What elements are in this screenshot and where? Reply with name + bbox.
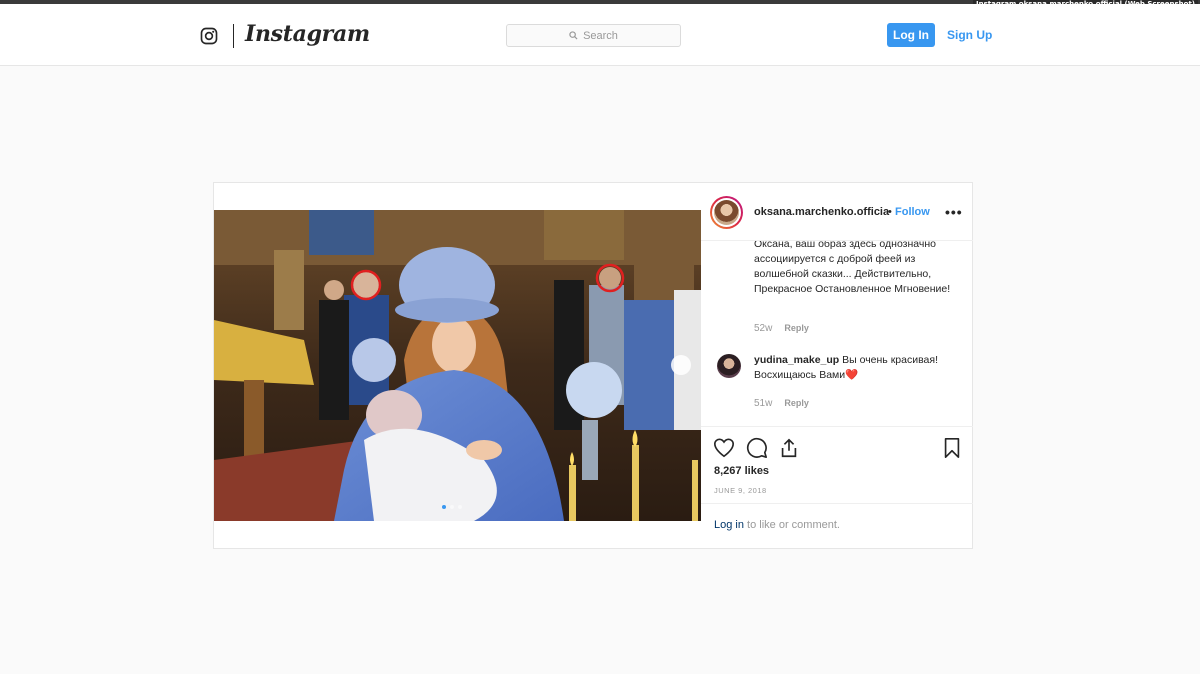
login-prompt: Log in to like or comment. bbox=[701, 503, 973, 548]
login-button[interactable]: Log In bbox=[887, 23, 935, 47]
more-options-icon[interactable]: ••• bbox=[945, 204, 963, 220]
share-icon[interactable] bbox=[778, 437, 800, 459]
search-placeholder: Search bbox=[583, 29, 618, 42]
separator-bullet: • bbox=[888, 206, 892, 218]
post-photo bbox=[214, 210, 701, 521]
heart-icon[interactable] bbox=[713, 437, 735, 459]
post-header: oksana.marchenko.officia • Follow ••• bbox=[701, 183, 973, 241]
login-link[interactable]: Log in bbox=[714, 519, 744, 531]
bookmark-icon[interactable] bbox=[941, 437, 963, 459]
carousel-dot bbox=[442, 505, 446, 509]
post-date: JUNE 9, 2018 bbox=[714, 486, 767, 495]
post-image[interactable] bbox=[214, 210, 701, 521]
post-actions: 8,267 likes JUNE 9, 2018 bbox=[701, 426, 973, 506]
signup-link[interactable]: Sign Up bbox=[947, 23, 992, 47]
search-icon bbox=[569, 31, 578, 40]
likes-count[interactable]: 8,267 likes bbox=[714, 465, 769, 477]
follow-button[interactable]: Follow bbox=[895, 206, 930, 218]
carousel-dot bbox=[458, 505, 462, 509]
navbar: Instagram Search Log In Sign Up bbox=[0, 4, 1200, 66]
carousel-next-button[interactable] bbox=[671, 355, 691, 375]
comment-text: yudina_make_up Вы очень красивая! Восхищ… bbox=[754, 353, 964, 383]
comment-meta: 51w Reply bbox=[754, 398, 809, 409]
comment-username[interactable]: yudina_make_up bbox=[754, 354, 839, 366]
comment-age: 51w bbox=[754, 398, 773, 409]
chevron-right-icon bbox=[671, 355, 701, 521]
post-card: oksana.marchenko.officia • Follow ••• Ок… bbox=[213, 182, 973, 549]
comments-list: Оксана, ваш образ здесь однозначно ассоц… bbox=[701, 241, 973, 426]
comment-icon[interactable] bbox=[746, 437, 768, 459]
login-prompt-rest: to like or comment. bbox=[743, 519, 840, 531]
comment-meta: 52w Reply bbox=[754, 323, 809, 334]
instagram-camera-icon[interactable] bbox=[200, 27, 218, 45]
comment-age: 52w bbox=[754, 323, 773, 334]
post-username[interactable]: oksana.marchenko.officia bbox=[754, 206, 889, 218]
avatar[interactable] bbox=[710, 196, 743, 229]
login-prompt-text: Log in to like or comment. bbox=[714, 519, 840, 531]
instagram-wordmark[interactable]: Instagram bbox=[245, 21, 370, 47]
avatar-image bbox=[714, 200, 739, 225]
logo-divider bbox=[233, 24, 234, 48]
carousel-dot bbox=[450, 505, 454, 509]
commenter-avatar[interactable] bbox=[717, 354, 741, 378]
search-input[interactable]: Search bbox=[506, 24, 681, 47]
reply-link[interactable]: Reply bbox=[784, 323, 809, 333]
post-sidebar: oksana.marchenko.officia • Follow ••• Ок… bbox=[701, 183, 973, 548]
reply-link[interactable]: Reply bbox=[784, 398, 809, 408]
carousel-indicator bbox=[442, 505, 462, 509]
comment-text: Оксана, ваш образ здесь однозначно ассоц… bbox=[754, 241, 951, 295]
